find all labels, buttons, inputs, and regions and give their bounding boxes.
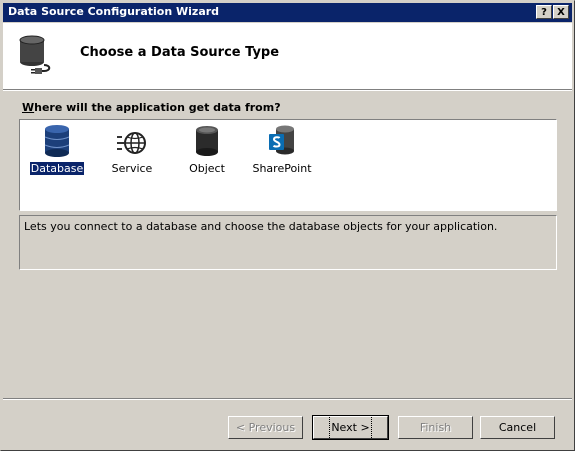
cancel-button[interactable]: Cancel bbox=[480, 416, 555, 439]
database-plug-icon bbox=[19, 35, 51, 74]
database-icon bbox=[44, 125, 70, 157]
option-object-label: Object bbox=[189, 162, 225, 175]
window-title: Data Source Configuration Wizard bbox=[8, 5, 220, 18]
cancel-button-label: Cancel bbox=[498, 421, 537, 434]
wizard-header: Choose a Data Source Type bbox=[3, 23, 572, 89]
previous-button-label: < Previous bbox=[235, 421, 296, 434]
option-sharepoint[interactable]: SharePoint bbox=[247, 124, 317, 175]
title-bar[interactable]: Data Source Configuration Wizard ? X bbox=[3, 3, 572, 22]
finish-button[interactable]: Finish bbox=[398, 416, 473, 439]
next-button-label: Next > bbox=[329, 415, 372, 440]
finish-button-label: Finish bbox=[419, 421, 452, 434]
page-title: Choose a Data Source Type bbox=[80, 45, 280, 60]
option-database[interactable]: Database bbox=[22, 124, 92, 176]
footer-divider-highlight bbox=[3, 399, 572, 400]
sharepoint-icon bbox=[269, 125, 294, 155]
data-source-type-list[interactable]: Database Service Object SharePoint bbox=[19, 119, 557, 211]
option-sharepoint-label: SharePoint bbox=[252, 162, 312, 175]
option-database-label: Database bbox=[28, 161, 86, 176]
option-object[interactable]: Object bbox=[172, 124, 242, 175]
close-button[interactable]: X bbox=[553, 5, 569, 19]
option-service-label: Service bbox=[111, 162, 153, 175]
option-description: Lets you connect to a database and choos… bbox=[24, 220, 498, 233]
header-divider-highlight bbox=[3, 90, 572, 91]
question-mnemonic: W bbox=[22, 101, 35, 114]
question-rest: here will the application get data from? bbox=[34, 101, 281, 114]
option-service[interactable]: Service bbox=[97, 124, 167, 175]
previous-button[interactable]: < Previous bbox=[228, 416, 303, 439]
question-label: Where will the application get data from… bbox=[22, 101, 281, 114]
help-button[interactable]: ? bbox=[536, 5, 552, 19]
option-description-box: Lets you connect to a database and choos… bbox=[19, 215, 557, 270]
object-cylinder-icon bbox=[196, 126, 218, 156]
next-button[interactable]: Next > bbox=[312, 415, 389, 440]
service-globe-icon bbox=[117, 132, 146, 154]
wizard-window: Data Source Configuration Wizard ? X Cho… bbox=[0, 0, 575, 451]
